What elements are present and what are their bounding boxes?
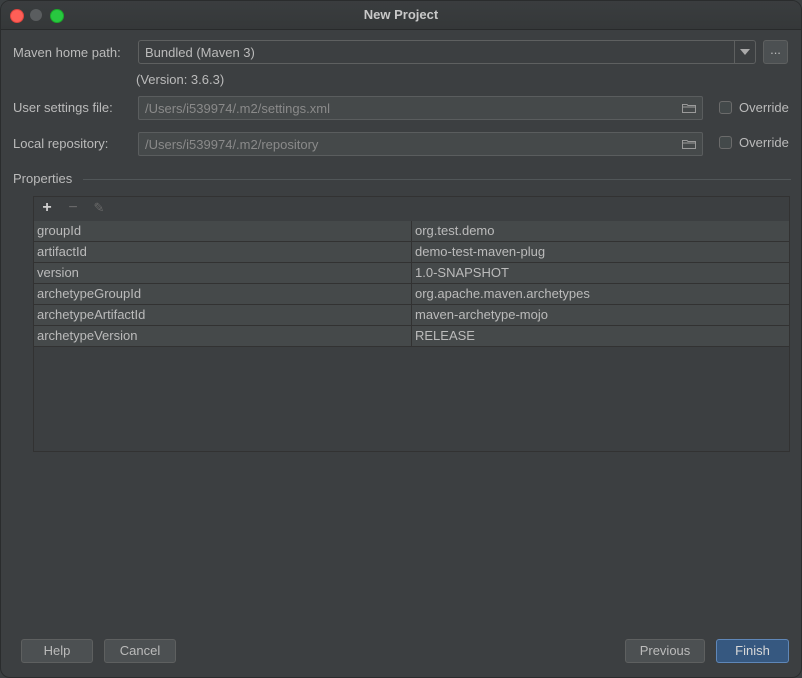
remove-icon[interactable]: − bbox=[64, 199, 82, 217]
new-project-dialog: New Project Maven home path: Bundled (Ma… bbox=[0, 0, 802, 678]
table-row[interactable]: archetypeArtifactId maven-archetype-mojo bbox=[34, 305, 789, 326]
edit-icon[interactable]: ✎ bbox=[90, 199, 108, 217]
property-key: groupId bbox=[37, 223, 82, 238]
property-key: version bbox=[37, 265, 79, 280]
property-value: RELEASE bbox=[415, 328, 475, 343]
maven-home-combo[interactable]: Bundled (Maven 3) bbox=[138, 40, 756, 64]
column-divider bbox=[411, 221, 412, 241]
maven-home-label: Maven home path: bbox=[13, 45, 121, 60]
property-value: 1.0-SNAPSHOT bbox=[415, 265, 509, 280]
chevron-down-icon[interactable] bbox=[734, 41, 755, 63]
property-key: archetypeArtifactId bbox=[37, 307, 146, 322]
maven-version-text: (Version: 3.6.3) bbox=[136, 72, 225, 87]
section-divider bbox=[83, 179, 791, 180]
column-divider bbox=[411, 305, 412, 325]
column-divider bbox=[411, 263, 412, 283]
property-value: org.test.demo bbox=[415, 223, 495, 238]
finish-button[interactable]: Finish bbox=[716, 639, 789, 663]
cancel-button[interactable]: Cancel bbox=[104, 639, 176, 663]
property-key: archetypeGroupId bbox=[37, 286, 142, 301]
column-divider bbox=[411, 242, 412, 262]
property-value: org.apache.maven.archetypes bbox=[415, 286, 590, 301]
folder-icon[interactable] bbox=[682, 103, 696, 113]
local-repo-override-label[interactable]: Override bbox=[739, 135, 789, 150]
previous-button[interactable]: Previous bbox=[625, 639, 705, 663]
local-repo-field[interactable]: /Users/i539974/.m2/repository bbox=[138, 132, 703, 156]
title-bar: New Project bbox=[1, 1, 801, 30]
property-value: demo-test-maven-plug bbox=[415, 244, 546, 259]
table-row[interactable]: artifactId demo-test-maven-plug bbox=[34, 242, 789, 263]
table-row[interactable]: archetypeGroupId org.apache.maven.archet… bbox=[34, 284, 789, 305]
properties-table: + − ✎ groupId org.test.demo artifactId d… bbox=[33, 196, 790, 452]
local-repo-override-checkbox[interactable] bbox=[719, 136, 732, 149]
property-key: artifactId bbox=[37, 244, 87, 259]
column-divider bbox=[411, 284, 412, 304]
property-value: maven-archetype-mojo bbox=[415, 307, 548, 322]
table-row[interactable]: groupId org.test.demo bbox=[34, 221, 789, 242]
user-settings-override-label[interactable]: Override bbox=[739, 100, 789, 115]
table-row[interactable]: version 1.0-SNAPSHOT bbox=[34, 263, 789, 284]
folder-icon[interactable] bbox=[682, 139, 696, 149]
help-button[interactable]: Help bbox=[21, 639, 93, 663]
properties-rows: groupId org.test.demo artifactId demo-te… bbox=[34, 221, 789, 347]
maven-home-value: Bundled (Maven 3) bbox=[145, 45, 255, 60]
maven-home-browse-button[interactable]: ... bbox=[763, 40, 788, 64]
table-row[interactable]: archetypeVersion RELEASE bbox=[34, 326, 789, 347]
user-settings-field[interactable]: /Users/i539974/.m2/settings.xml bbox=[138, 96, 703, 120]
user-settings-override-checkbox[interactable] bbox=[719, 101, 732, 114]
add-icon[interactable]: + bbox=[38, 199, 56, 217]
properties-title: Properties bbox=[13, 171, 73, 186]
window-title: New Project bbox=[363, 7, 439, 22]
local-repo-value: /Users/i539974/.m2/repository bbox=[145, 137, 319, 152]
properties-toolbar: + − ✎ bbox=[34, 197, 789, 222]
property-key: archetypeVersion bbox=[37, 328, 138, 343]
user-settings-label: User settings file: bbox=[13, 100, 113, 115]
column-divider bbox=[411, 326, 412, 346]
user-settings-value: /Users/i539974/.m2/settings.xml bbox=[145, 101, 330, 116]
local-repo-label: Local repository: bbox=[13, 136, 109, 151]
